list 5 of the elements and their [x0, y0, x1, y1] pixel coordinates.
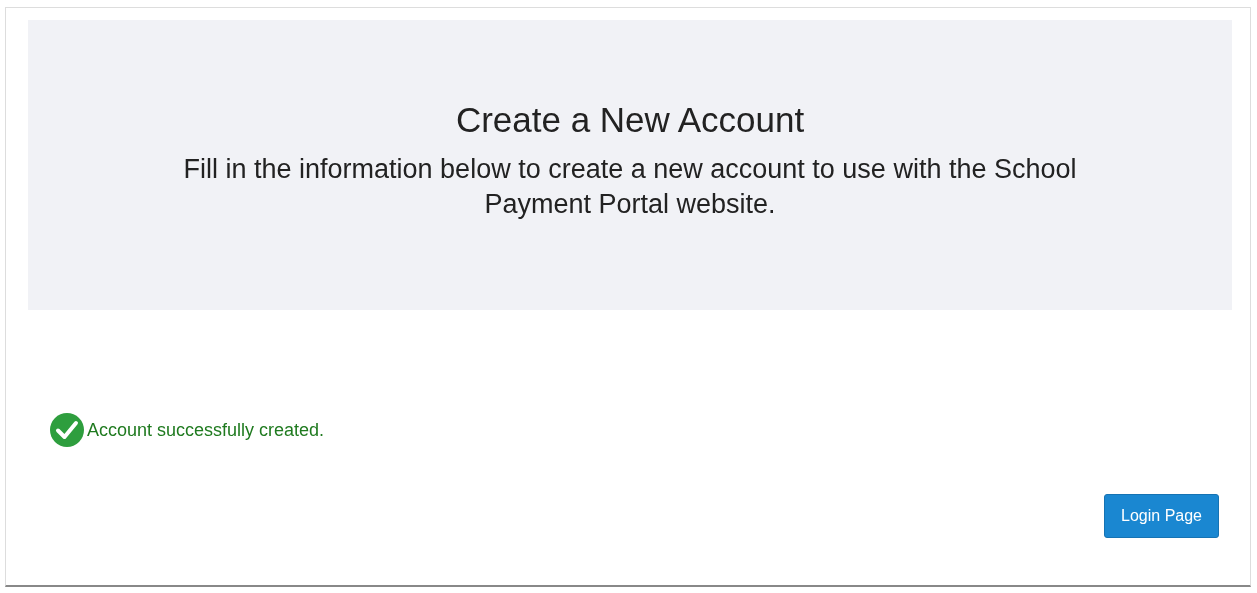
- check-icon: [49, 412, 85, 448]
- page-subtitle: Fill in the information below to create a new account to use with the School Payment Portal website.: [182, 153, 1078, 221]
- login-button[interactable]: Login Page: [1104, 494, 1219, 538]
- page-title: Create a New Account: [455, 100, 805, 140]
- success-message: Account successfully created.: [87, 419, 325, 441]
